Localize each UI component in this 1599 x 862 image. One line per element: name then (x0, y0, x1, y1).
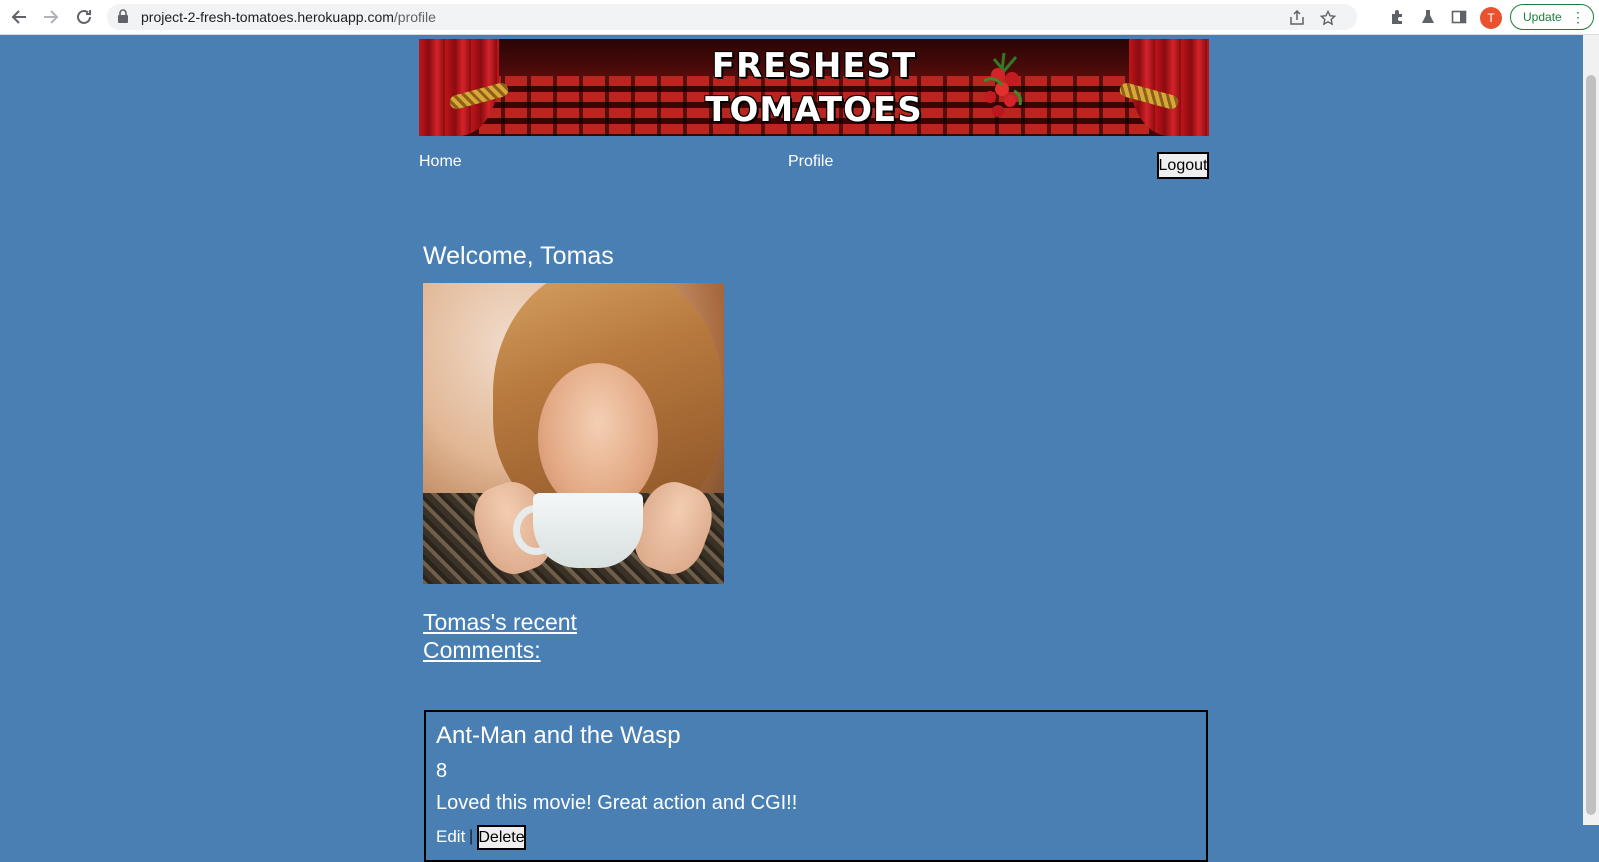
side-panel-icon[interactable] (1449, 7, 1469, 27)
url-path: /profile (393, 9, 436, 25)
page-scrollbar[interactable] (1583, 35, 1599, 825)
profile-photo (423, 283, 724, 584)
update-button[interactable]: Update ⋮ (1510, 4, 1594, 30)
delete-comment-button[interactable]: Delete (477, 825, 526, 850)
logout-button[interactable]: Logout (1157, 152, 1209, 179)
banner-title-line1: FRESHEST (711, 46, 917, 86)
banner-title-line2: TOMATOES (705, 90, 923, 130)
browser-toolbar: project-2-fresh-tomatoes.herokuapp.com/p… (0, 0, 1599, 35)
labs-icon[interactable] (1418, 7, 1438, 27)
nav-home-link[interactable]: Home (419, 153, 462, 171)
back-arrow-icon[interactable] (8, 6, 30, 28)
url-text: project-2-fresh-tomatoes.herokuapp.com/p… (141, 9, 436, 25)
comment-text: Loved this movie! Great action and CGI!! (436, 792, 798, 814)
share-icon[interactable] (1288, 9, 1306, 27)
update-label: Update (1523, 10, 1562, 24)
comment-movie-title: Ant-Man and the Wasp (436, 722, 681, 749)
url-host: project-2-fresh-tomatoes.herokuapp.com (141, 9, 394, 25)
star-icon[interactable] (1319, 9, 1337, 27)
action-separator: | (469, 828, 474, 845)
edit-comment-link[interactable]: Edit (436, 827, 465, 847)
menu-dots-icon: ⋮ (1571, 9, 1585, 25)
welcome-heading: Welcome, Tomas (423, 242, 614, 270)
scrollbar-thumb[interactable] (1586, 75, 1596, 815)
forward-arrow-icon[interactable] (40, 6, 62, 28)
nav-profile-link[interactable]: Profile (788, 153, 833, 171)
site-banner: FRESHEST TOMATOES (419, 39, 1209, 136)
photo-face (538, 363, 658, 513)
reload-icon[interactable] (73, 6, 95, 28)
extensions-icon[interactable] (1387, 7, 1407, 27)
profile-avatar[interactable]: T (1480, 7, 1502, 29)
lock-icon (117, 9, 129, 28)
recent-comments-heading[interactable]: Tomas's recent Comments: (423, 608, 623, 664)
page-body: FRESHEST TOMATOES Home Profile Logout We… (0, 35, 1583, 862)
comment-rating: 8 (436, 760, 448, 782)
address-bar[interactable]: project-2-fresh-tomatoes.herokuapp.com/p… (107, 4, 1357, 30)
tomato-icon (983, 52, 1022, 117)
photo-cup (533, 493, 643, 568)
comment-card: Ant-Man and the Wasp 8 Loved this movie!… (424, 710, 1208, 862)
